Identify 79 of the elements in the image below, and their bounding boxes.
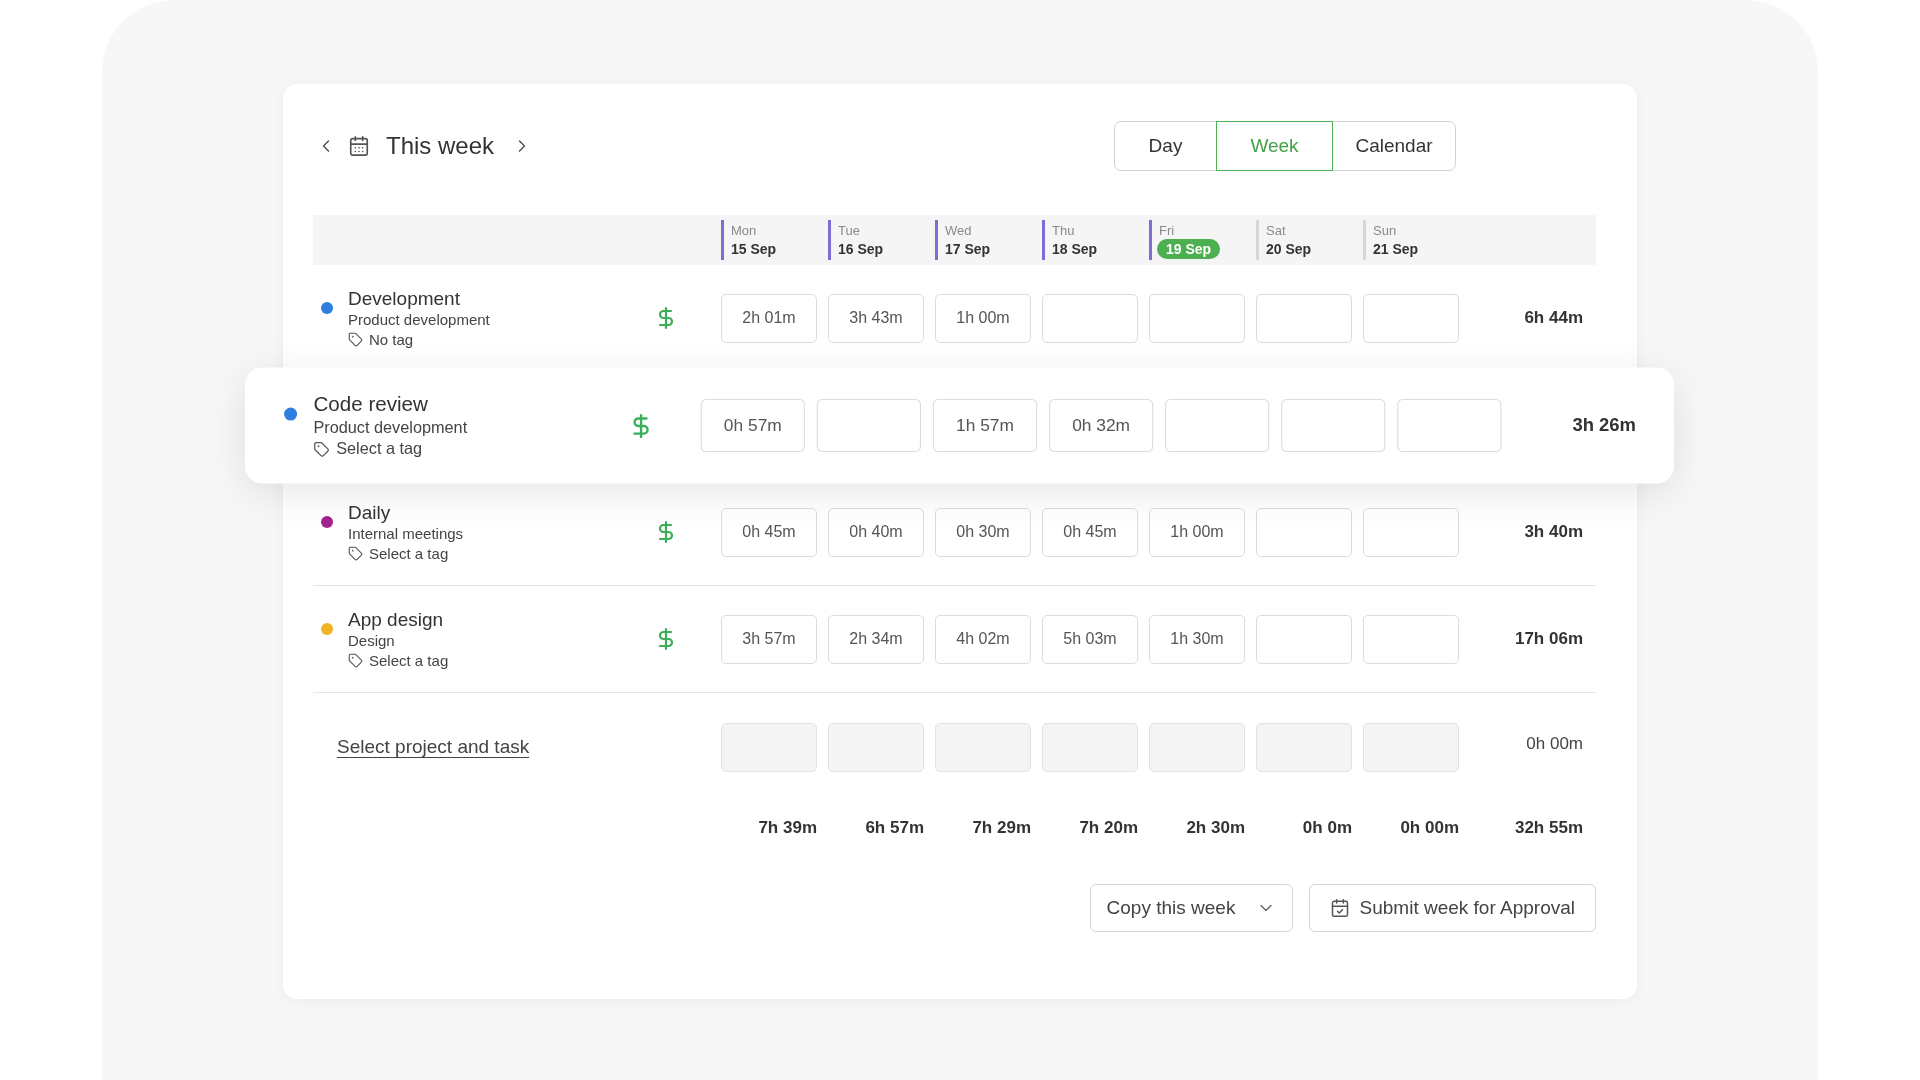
day-total: 2h 30m (1186, 817, 1245, 840)
time-field[interactable]: 0h 45m (1042, 507, 1138, 557)
date-label: 21 Sep (1373, 239, 1419, 259)
tag-selector[interactable]: Select a tag (369, 543, 449, 564)
time-field[interactable] (1042, 293, 1138, 343)
date-label: 19 Sep (1157, 238, 1221, 259)
tag-icon (348, 653, 363, 668)
date-label: 16 Sep (838, 239, 884, 259)
time-field[interactable] (1256, 614, 1352, 664)
time-field[interactable]: 0h 57m (700, 398, 805, 453)
day-total: 0h 00m (1400, 817, 1459, 840)
day-total: 7h 29m (972, 817, 1031, 840)
project-name: Product development (348, 309, 490, 330)
tag-selector[interactable]: Select a tag (369, 650, 449, 671)
period-title: This week (386, 131, 495, 161)
time-field[interactable]: 1h 57m (932, 398, 1038, 453)
grand-total: 32h 55m (1514, 817, 1583, 840)
weekday-label: Mon (731, 221, 757, 239)
row-total: 3h 26m (1572, 413, 1636, 438)
weekday-label: Fri (1159, 221, 1175, 239)
time-field[interactable] (1256, 293, 1352, 343)
time-field[interactable]: 3h 43m (828, 293, 924, 343)
tag-selector[interactable]: No tag (369, 329, 414, 350)
row-total: 3h 40m (1524, 521, 1583, 544)
task-title: Development (348, 286, 461, 310)
tag-icon (348, 546, 363, 561)
copy-week-button[interactable]: Copy this week (1089, 884, 1293, 932)
time-field[interactable]: 1h 00m (1149, 507, 1245, 557)
time-field[interactable] (816, 398, 921, 453)
task-title: App design (348, 607, 445, 631)
day-total: 0h 0m (1302, 817, 1352, 840)
date-label: 17 Sep (945, 239, 991, 259)
day-total: 6h 57m (865, 817, 924, 840)
time-field[interactable] (1149, 293, 1245, 343)
time-field[interactable] (1363, 614, 1459, 664)
time-field[interactable]: 4h 02m (935, 614, 1031, 664)
row-total: 17h 06m (1514, 628, 1583, 651)
task-title: Daily (348, 500, 392, 524)
weekday-label: Sat (1266, 221, 1286, 239)
view-tab[interactable]: Calendar (1332, 121, 1456, 171)
row-total: 0h 00m (1526, 733, 1583, 756)
tag-icon (348, 332, 363, 347)
submit-week-button[interactable]: Submit week for Approval (1308, 884, 1596, 932)
weekday-label: Thu (1052, 221, 1075, 239)
view-tab[interactable]: Day (1114, 121, 1217, 171)
task-title: Code review (313, 391, 429, 417)
time-field[interactable]: 5h 03m (1042, 614, 1138, 664)
time-field[interactable] (1363, 507, 1459, 557)
tag-selector[interactable]: Select a tag (336, 438, 423, 460)
project-name: Internal meetings (348, 523, 464, 544)
project-name: Design (348, 630, 396, 651)
time-field[interactable]: 0h 32m (1049, 398, 1154, 453)
select-project-link[interactable]: Select project and task (337, 732, 530, 762)
time-field[interactable] (1165, 398, 1270, 453)
tag-icon (313, 440, 330, 457)
time-field[interactable] (1256, 507, 1352, 557)
row-total: 6h 44m (1524, 307, 1583, 330)
date-label: 18 Sep (1052, 239, 1098, 259)
project-name: Product development (313, 416, 468, 438)
date-label: 15 Sep (731, 239, 777, 259)
time-field[interactable]: 1h 00m (935, 293, 1031, 343)
time-field[interactable]: 2h 01m (721, 293, 817, 343)
time-field[interactable] (1363, 293, 1459, 343)
time-field[interactable]: 3h 57m (721, 614, 817, 664)
day-total: 7h 20m (1079, 817, 1138, 840)
time-field[interactable]: 0h 30m (935, 507, 1031, 557)
day-total: 7h 39m (758, 817, 817, 840)
calendar-check-icon (1329, 898, 1350, 918)
time-field[interactable]: 2h 34m (828, 614, 924, 664)
time-field[interactable]: 1h 30m (1149, 614, 1245, 664)
weekday-label: Sun (1373, 221, 1397, 239)
time-field[interactable]: 0h 45m (721, 507, 817, 557)
time-field[interactable]: 0h 40m (828, 507, 924, 557)
weekday-label: Wed (945, 221, 972, 239)
weekday-label: Tue (838, 221, 860, 239)
time-field[interactable] (1397, 398, 1502, 453)
date-label: 20 Sep (1266, 239, 1312, 259)
calendar-icon[interactable] (348, 135, 370, 157)
time-field[interactable] (1281, 398, 1386, 453)
